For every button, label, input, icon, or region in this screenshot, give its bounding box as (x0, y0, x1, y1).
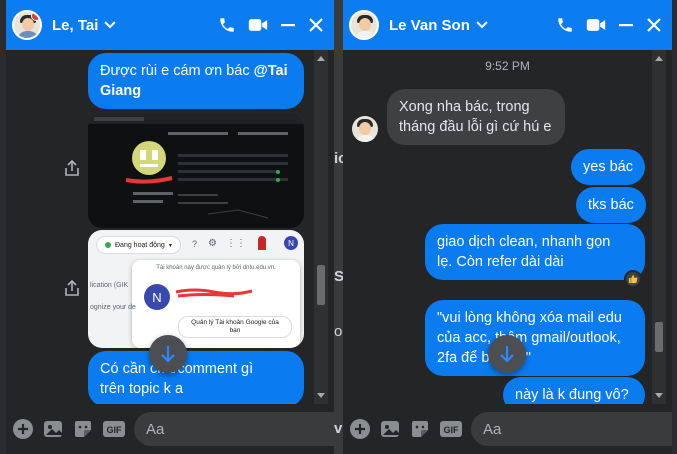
sender-avatar[interactable] (352, 116, 378, 142)
scroll-up-arrow-icon[interactable] (655, 56, 663, 61)
scroll-down-arrow-icon[interactable] (655, 393, 663, 398)
share-icon[interactable] (62, 158, 82, 178)
profile-avatar: N (284, 236, 298, 250)
outgoing-message[interactable]: Có cần cmt/comment gì trên topic k a (88, 351, 304, 404)
background-strip-right (672, 0, 677, 454)
scroll-to-bottom-button[interactable] (488, 335, 526, 373)
background-strip-middle (334, 0, 343, 454)
composer-bar: GIF (343, 404, 672, 454)
incoming-message[interactable]: Xong nha bác, trong tháng đầu lỗi gì cứ … (387, 89, 565, 145)
phone-icon[interactable] (218, 16, 236, 34)
status-label: Đang hoạt động (115, 241, 165, 249)
phone-icon[interactable] (556, 16, 574, 34)
chat-window-le-tai: Le, Tai Được rùi e cám ơn bác @Tai Giang (6, 0, 334, 454)
notification-badge-icon (31, 12, 40, 21)
minimize-icon[interactable] (618, 17, 634, 33)
outgoing-message[interactable]: này là k đung vô? (503, 377, 645, 404)
timestamp: 9:52 PM (485, 59, 530, 73)
logo-icon (258, 236, 266, 250)
close-icon[interactable] (646, 17, 662, 33)
chevron-down-icon (104, 21, 117, 29)
scroll-to-bottom-button[interactable] (149, 335, 187, 373)
thumbs-up-reaction-icon[interactable] (624, 270, 642, 288)
gif-icon[interactable]: GIF (439, 417, 463, 441)
outgoing-message[interactable]: yes bác (571, 149, 645, 185)
photo-gallery-icon[interactable] (42, 417, 64, 441)
outgoing-message[interactable]: Được rùi e cám ơn bác @Tai Giang (88, 53, 304, 109)
plus-circle-icon[interactable] (349, 417, 371, 441)
message-input-box[interactable] (134, 412, 334, 446)
account-popup: Tài khoản này được quản lý bởi dntu.edu.… (132, 260, 300, 348)
contact-avatar[interactable] (12, 10, 42, 40)
contact-name: Le, Tai (52, 16, 99, 34)
message-scrollbar[interactable] (652, 50, 666, 404)
composer-bar: GIF (6, 404, 334, 454)
message-input-box[interactable] (471, 412, 672, 446)
close-icon[interactable] (308, 17, 324, 33)
message-list: 9:52 PM Xong nha bác, trong tháng đầu lỗ… (343, 50, 672, 404)
contact-name: Le Van Son (389, 16, 470, 34)
scrollbar-thumb[interactable] (317, 265, 325, 305)
arrow-down-icon (500, 346, 514, 363)
message-input[interactable] (483, 420, 672, 438)
help-icon: ? (192, 239, 198, 249)
sticker-icon[interactable] (409, 417, 431, 441)
gear-icon: ⚙ (208, 238, 217, 249)
contact-name-button[interactable]: Le, Tai (52, 16, 117, 34)
contact-name-button[interactable]: Le Van Son (389, 17, 488, 34)
video-call-icon[interactable] (248, 17, 268, 33)
outgoing-message[interactable]: tks bác (576, 187, 646, 223)
message-list: Được rùi e cám ơn bác @Tai Giang Đang ho… (6, 50, 334, 404)
chat-header: Le Van Son (343, 0, 672, 50)
message-input[interactable] (146, 420, 334, 438)
gif-icon[interactable]: GIF (102, 417, 126, 441)
minimize-icon[interactable] (280, 17, 296, 33)
account-avatar: N (144, 284, 170, 310)
apps-grid-icon: ⋮⋮ (226, 238, 246, 249)
scrollbar-thumb[interactable] (655, 322, 663, 352)
photo-gallery-icon[interactable] (379, 417, 401, 441)
scroll-down-arrow-icon[interactable] (317, 393, 325, 398)
share-icon[interactable] (62, 278, 82, 298)
sticker-icon[interactable] (72, 417, 94, 441)
contact-avatar[interactable] (349, 10, 379, 40)
chat-window-le-van-son: Le Van Son 9:52 PM Xong nha bác, trong t… (343, 0, 672, 454)
chevron-down-icon (476, 21, 488, 29)
status-dot-icon (105, 242, 111, 248)
svg-text:GIF: GIF (107, 425, 123, 435)
managed-domain-text: Tài khoản này được quản lý bởi dntu.edu.… (156, 265, 276, 271)
outgoing-message[interactable]: giao dịch clean, nhanh gọn lẹ. Còn refer… (425, 224, 645, 280)
shared-image-google-account-screenshot[interactable]: Đang hoạt động ▾ ? ⚙ ⋮⋮ N Tài khoản này … (88, 230, 304, 348)
message-scrollbar[interactable] (314, 50, 328, 404)
redaction-scribble (175, 288, 253, 298)
outgoing-message[interactable]: "vui lòng không xóa mail edu của acc, th… (425, 300, 645, 376)
chat-header: Le, Tai (6, 0, 334, 50)
arrow-down-icon (161, 346, 175, 363)
video-call-icon[interactable] (586, 17, 606, 33)
manage-account-button: Quản lý Tài khoản Google của bạn (178, 316, 292, 338)
shared-image-dark-screenshot[interactable] (88, 114, 304, 228)
svg-text:GIF: GIF (444, 425, 460, 435)
scroll-up-arrow-icon[interactable] (317, 56, 325, 61)
plus-circle-icon[interactable] (12, 417, 34, 441)
